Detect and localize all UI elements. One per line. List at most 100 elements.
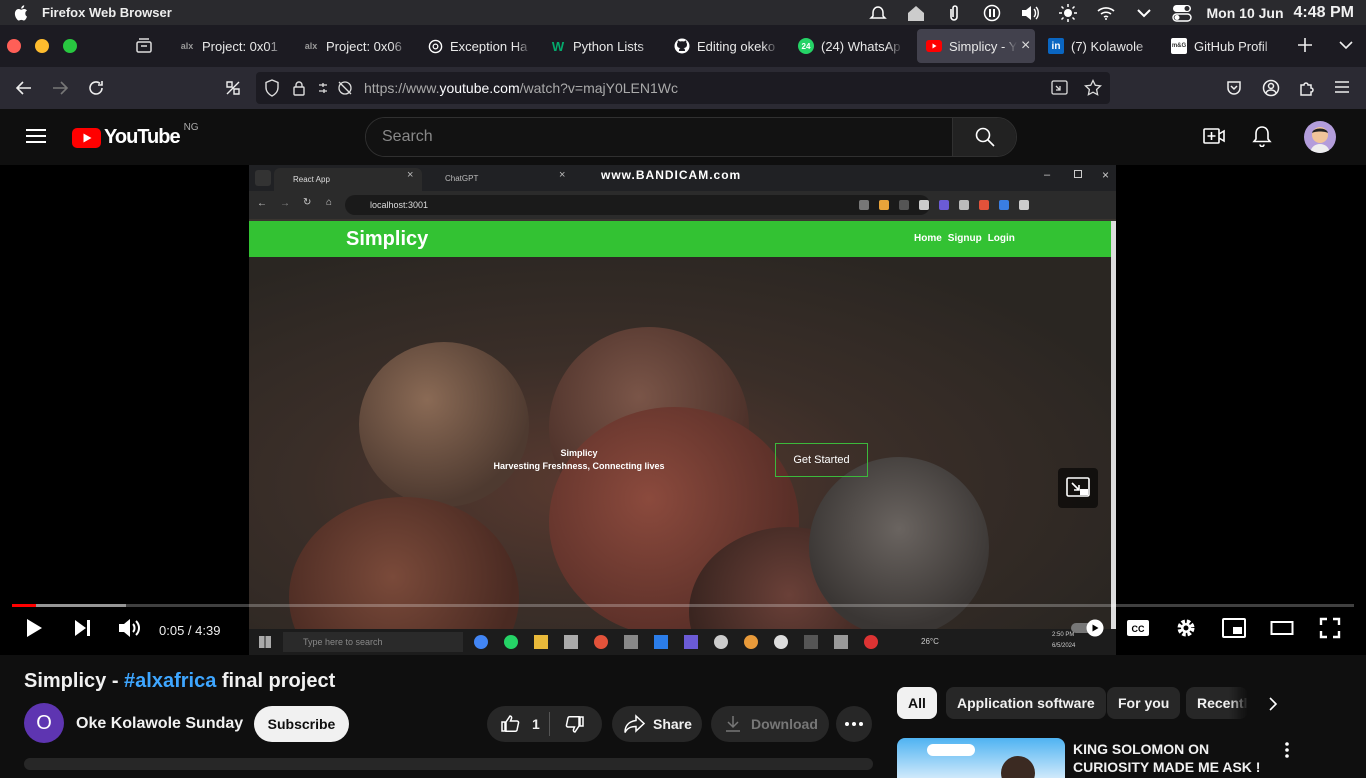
toggle-icon[interactable] <box>1171 4 1193 22</box>
tab-project-0x06[interactable]: alx Project: 0x06 <box>303 29 408 63</box>
miniplayer-icon <box>1222 618 1246 638</box>
url-bar[interactable]: https://www.youtube.com/watch?v=majY0LEN… <box>256 72 1110 104</box>
forward-icon[interactable] <box>51 80 69 96</box>
notifications-bell-icon[interactable] <box>1252 125 1272 147</box>
progress-bar[interactable] <box>12 604 1354 607</box>
window-close-button[interactable] <box>7 39 21 53</box>
app-name[interactable]: Firefox Web Browser <box>42 5 172 20</box>
video-frame: React App × ChatGPT × www.BANDICAM.com –… <box>249 165 1116 655</box>
brightness-icon[interactable] <box>1057 3 1079 22</box>
get-started-button: Get Started <box>775 443 868 477</box>
back-icon[interactable] <box>15 80 33 96</box>
guide-menu-icon[interactable] <box>26 128 46 144</box>
next-icon <box>75 620 90 636</box>
chip-recently-uploaded[interactable]: Recently uploaded <box>1186 687 1248 719</box>
tab-project-0x01[interactable]: alx Project: 0x01 <box>179 29 284 63</box>
related-video-thumbnail[interactable] <box>897 738 1065 778</box>
chevron-down-icon[interactable] <box>1133 4 1155 22</box>
related-video-title[interactable]: KING SOLOMON ON CURIOSITY MADE ME ASK ! <box>1073 740 1273 776</box>
tab-github-profile[interactable]: m&G GitHub Profil <box>1171 29 1279 63</box>
video-player[interactable]: React App × ChatGPT × www.BANDICAM.com –… <box>0 165 1366 655</box>
home-icon[interactable] <box>905 4 927 22</box>
chevron-right-icon[interactable] <box>1267 697 1279 711</box>
volume-icon[interactable] <box>1019 4 1041 22</box>
extensions-icon[interactable] <box>1298 79 1316 97</box>
channel-name[interactable]: Oke Kolawole Sunday <box>76 715 243 733</box>
channel-avatar[interactable]: O <box>24 703 64 743</box>
captions-button[interactable]: CC <box>1126 616 1150 640</box>
miniplayer-button[interactable] <box>1222 616 1246 640</box>
description-box[interactable] <box>24 758 873 770</box>
fullscreen-button[interactable] <box>1318 616 1342 640</box>
play-button[interactable] <box>22 616 46 640</box>
pocket-icon[interactable] <box>1226 80 1242 96</box>
simplicy-logo: Simplicy <box>346 228 429 250</box>
fullscreen-icon <box>1319 617 1341 639</box>
reload-icon[interactable] <box>87 79 105 97</box>
tab-list-chevron-icon[interactable] <box>1339 40 1353 50</box>
shield-icon[interactable] <box>264 79 280 97</box>
chip-for-you[interactable]: For you <box>1107 687 1181 719</box>
search-icon <box>975 127 995 147</box>
tab-linkedin[interactable]: in (7) Kolawole <box>1048 29 1153 63</box>
next-button[interactable] <box>70 616 94 640</box>
window-maximize-button[interactable] <box>63 39 77 53</box>
apple-icon[interactable] <box>13 4 31 22</box>
settings-button[interactable] <box>1174 616 1198 640</box>
miniplayer-overlay-icon[interactable] <box>1058 468 1098 508</box>
simplicy-navbar: Simplicy Home Signup Login <box>249 221 1111 257</box>
region-code: NG <box>183 122 199 133</box>
dislike-button[interactable] <box>565 714 585 734</box>
paperclip-icon[interactable] <box>943 4 965 22</box>
create-video-icon[interactable] <box>1203 127 1225 145</box>
hashtag-link[interactable]: #alxafrica <box>124 670 216 692</box>
tab-github-editing[interactable]: Editing okeko <box>674 29 779 63</box>
chip-application-software[interactable]: Application software <box>946 687 1106 719</box>
hamburger-menu-icon[interactable] <box>1334 80 1350 94</box>
extension-tools-icon[interactable] <box>224 79 242 97</box>
theater-mode-icon <box>1270 621 1294 635</box>
like-dislike-group: 1 <box>487 706 602 742</box>
simplicy-nav-login: Login <box>987 233 1015 244</box>
avatar[interactable] <box>1304 121 1336 153</box>
menubar-date[interactable]: Mon 10 Jun <box>1207 5 1284 21</box>
tab-youtube-simplicy[interactable]: Simplicy - Y × <box>917 29 1035 63</box>
tab-close-icon[interactable]: × <box>1021 37 1030 55</box>
mute-button[interactable] <box>117 616 141 640</box>
new-tab-icon[interactable] <box>1297 37 1313 53</box>
autoplay-toggle[interactable] <box>1070 616 1106 640</box>
tab-overview-icon[interactable] <box>135 37 153 53</box>
menubar-time[interactable]: 4:48 PM <box>1294 4 1354 22</box>
bookmark-star-icon[interactable] <box>1084 79 1102 97</box>
youtube-logo[interactable]: YouTube NG <box>72 122 199 149</box>
related-more-icon[interactable] <box>1285 742 1289 758</box>
subscribe-button[interactable]: Subscribe <box>254 706 349 742</box>
pause-icon[interactable] <box>981 4 1003 22</box>
download-icon <box>726 716 740 732</box>
tab-exception-handling[interactable]: Exception Ha <box>427 29 532 63</box>
search-input[interactable]: Search <box>366 118 952 156</box>
tab-python-lists[interactable]: W Python Lists <box>550 29 655 63</box>
hero-title: Simplicy <box>560 448 598 458</box>
update-notifier-icon[interactable] <box>867 4 889 22</box>
lock-icon[interactable] <box>292 80 306 96</box>
chip-all[interactable]: All <box>897 687 937 719</box>
w3-icon: W <box>551 38 565 54</box>
more-horizontal-icon <box>845 722 863 726</box>
search-button[interactable] <box>952 118 1016 156</box>
account-icon[interactable] <box>1262 79 1280 97</box>
like-button[interactable]: 1 <box>500 714 540 734</box>
time-display: 0:05 / 4:39 <box>159 623 221 638</box>
wifi-icon[interactable] <box>1095 4 1117 22</box>
gear-icon <box>1177 619 1195 637</box>
alx-icon: alx <box>180 41 194 51</box>
picture-in-picture-url-icon[interactable] <box>1051 80 1068 95</box>
theater-mode-button[interactable] <box>1270 616 1294 640</box>
window-minimize-button[interactable] <box>35 39 49 53</box>
permissions-icon[interactable] <box>318 80 354 96</box>
share-button[interactable]: Share <box>612 706 702 742</box>
download-button[interactable]: Download <box>711 706 829 742</box>
more-actions-button[interactable] <box>836 706 872 742</box>
tab-whatsapp[interactable]: 24 (24) WhatsAp <box>798 29 903 63</box>
url-text[interactable]: https://www.youtube.com/watch?v=majY0LEN… <box>364 80 678 96</box>
